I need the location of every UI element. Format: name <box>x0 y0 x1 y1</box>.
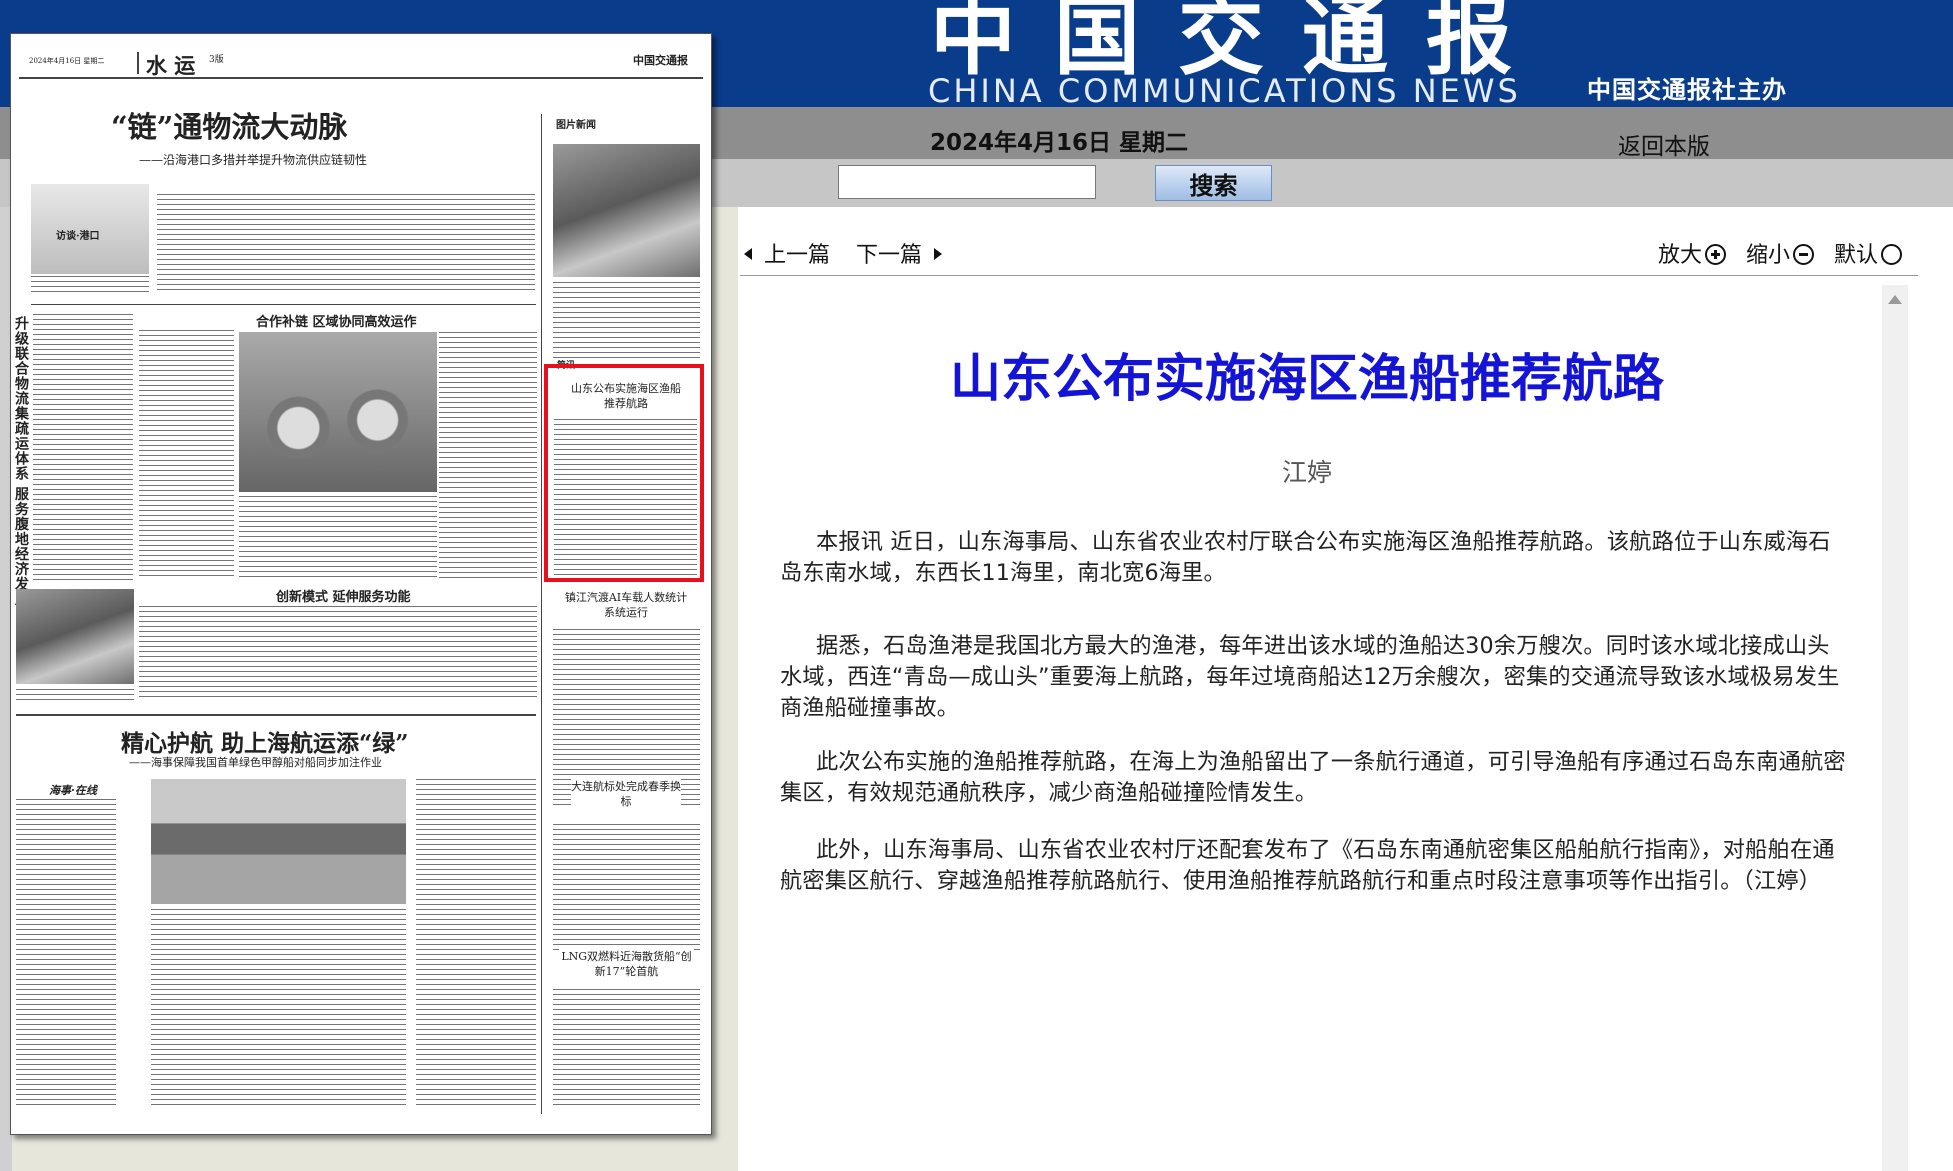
zoom-in-button[interactable]: 放大 <box>1658 237 1727 269</box>
article-nav-bar: 上一篇 下一篇 放大 缩小 默认 <box>738 237 1918 269</box>
circle-minus-icon <box>1793 244 1815 265</box>
np-subhead-2: ——海事保障我国首单绿色甲醇船对船同步加注作业 <box>129 756 382 769</box>
prev-article-link[interactable]: 上一篇 <box>744 237 830 269</box>
zoom-out-label: 缩小 <box>1746 243 1791 268</box>
zoom-default-button[interactable]: 默认 <box>1834 237 1903 269</box>
article-scrollbar[interactable] <box>1882 285 1908 1171</box>
np-column-tag: 海事·在线 <box>49 784 97 797</box>
article-paragraph: 此次公布实施的渔船推荐航路，在海上为渔船留出了一条航行通道，可引导渔船有序通过石… <box>780 749 1846 806</box>
zoom-default-label: 默认 <box>1834 243 1879 268</box>
np-rule <box>16 714 536 716</box>
np-text-block <box>553 989 700 1109</box>
np-masthead-small: 中国交通报 <box>633 54 688 67</box>
masthead-english: CHINA COMMUNICATIONS NEWS <box>928 72 1521 110</box>
np-text-block <box>31 276 149 296</box>
np-side-title-1: 镇江汽渡AI车载人数统计系统运行 <box>564 591 688 619</box>
np-divider <box>137 52 139 74</box>
search-input[interactable] <box>838 165 1096 199</box>
newspaper-page-thumbnail[interactable]: 2024年4月16日 星期二 水 运 3版 中国交通报 “链”通物流大动脉 ——… <box>10 33 712 1135</box>
caret-right-icon <box>934 248 943 260</box>
article-reader: 上一篇 下一篇 放大 缩小 默认 山东公布实施海区渔船推荐航路 江婷 本报讯 近… <box>738 207 1953 1171</box>
np-text-block <box>553 282 700 360</box>
np-photo-ship <box>151 779 406 904</box>
issue-date: 2024年4月16日 星期二 <box>930 130 1189 156</box>
np-headline-2: 精心护航 助上海航运添“绿” <box>121 730 409 757</box>
article-paragraph: 本报讯 近日，山东海事局、山东省农业农村厅联合公布实施海区渔船推荐航路。该航路位… <box>780 529 1831 586</box>
current-article-highlight[interactable] <box>544 364 704 582</box>
np-section: 水 运 <box>146 53 196 78</box>
np-side-title-2: 大连航标处完成春季换标 <box>571 779 681 809</box>
np-headline-1: “链”通物流大动脉 <box>111 110 348 144</box>
nav-divider <box>740 275 1918 276</box>
article-paragraph: 据悉，石岛渔港是我国北方最大的渔港，每年进出该水域的渔船达30余万艘次。同时该水… <box>780 633 1840 721</box>
np-side-title-3: LNG双燃料近海散货船“创新17”轮首航 <box>559 949 694 979</box>
triangle-up-icon[interactable] <box>1888 295 1902 304</box>
np-photo-tanks <box>239 332 437 492</box>
caret-left-icon <box>744 248 752 260</box>
back-to-page-link[interactable]: 返回本版 <box>1618 127 1710 161</box>
np-text-block <box>151 909 406 1109</box>
np-text-block <box>239 496 437 581</box>
np-rule <box>31 304 536 305</box>
article-author: 江婷 <box>1281 458 1332 487</box>
np-text-block <box>553 824 700 954</box>
np-text-block <box>16 799 116 1109</box>
search-button[interactable]: 搜索 <box>1155 165 1272 201</box>
article-paragraph: 此外，山东海事局、山东省农业农村厅还配套发布了《石岛东南通航密集区船舶航行指南》… <box>780 837 1835 894</box>
np-page-date: 2024年4月16日 星期二 <box>29 57 105 65</box>
next-article-link[interactable]: 下一篇 <box>856 237 943 269</box>
zoom-in-label: 放大 <box>1658 243 1703 268</box>
np-page-number: 3版 <box>209 55 224 65</box>
next-article-label: 下一篇 <box>856 243 923 268</box>
np-text-block <box>157 194 535 294</box>
np-text-block <box>416 779 536 1109</box>
np-text-block <box>439 332 537 581</box>
np-photo-news-label: 图片新闻 <box>556 120 596 131</box>
circle-icon <box>1881 244 1903 265</box>
prev-article-label: 上一篇 <box>764 243 831 268</box>
np-photo-port <box>16 589 134 684</box>
article-title: 山东公布实施海区渔船推荐航路 <box>949 350 1664 409</box>
np-column-rule <box>541 114 542 1114</box>
masthead-logo: 中国交通报 <box>930 0 1550 87</box>
np-logo-caption: 访谈·港口 <box>56 231 100 242</box>
circle-plus-icon <box>1705 244 1727 265</box>
np-section-label-2: 创新模式 延伸服务功能 <box>276 590 411 605</box>
sponsor-text: 中国交通报社主办 <box>1587 76 1787 104</box>
np-photo-people <box>553 144 700 277</box>
np-text-block <box>139 330 234 580</box>
np-text-block <box>33 314 133 584</box>
zoom-out-button[interactable]: 缩小 <box>1746 237 1815 269</box>
np-text-block <box>139 606 537 701</box>
np-vertical-heading: 升级联合物流集疏运体系 服务腹地经济发展 <box>13 316 29 607</box>
np-photo-caption <box>16 689 134 704</box>
np-section-label-1: 合作补链 区域协同高效运作 <box>256 315 417 330</box>
np-header-rule <box>19 77 703 79</box>
np-subhead-1: ——沿海港口多措并举提升物流供应链韧性 <box>139 153 368 167</box>
